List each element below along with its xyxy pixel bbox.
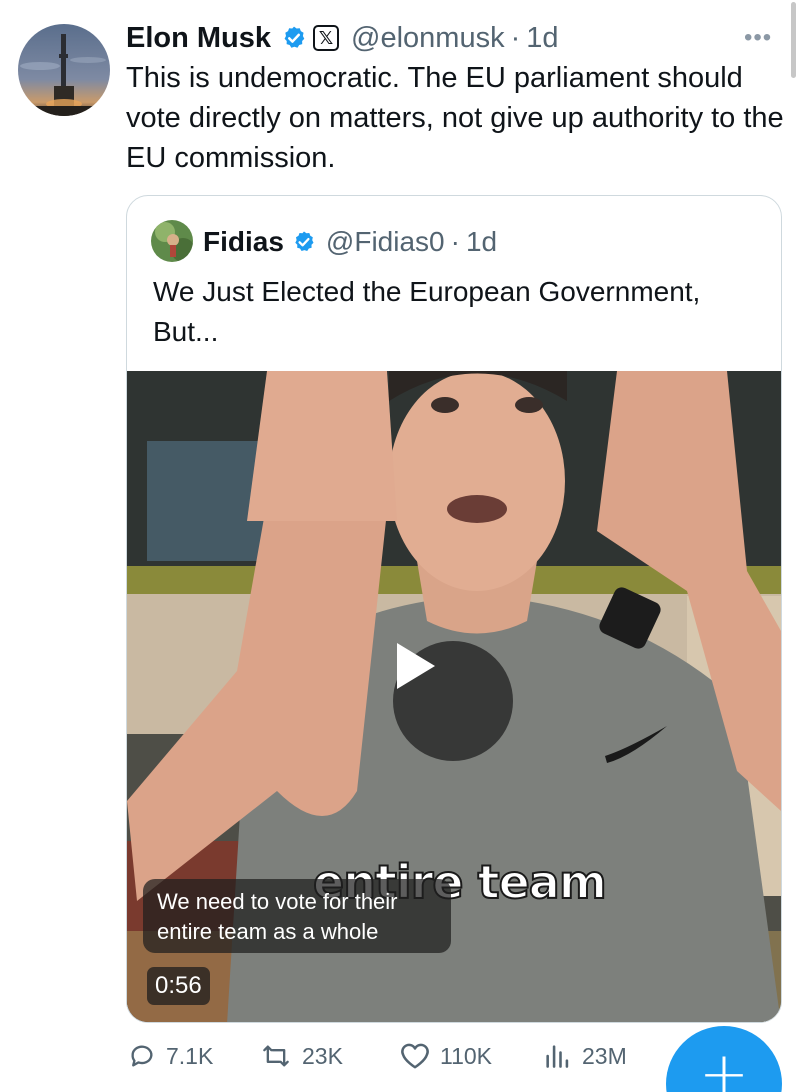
author-handle[interactable]: @elonmusk: [351, 22, 505, 55]
like-button[interactable]: 110K: [400, 1042, 542, 1070]
repost-count: 23K: [302, 1042, 343, 1069]
like-count: 110K: [440, 1042, 493, 1069]
like-icon: [401, 1043, 429, 1069]
quote-header: Fidias @Fidias0 · 1d: [203, 222, 497, 262]
views-count: 23M: [582, 1042, 627, 1069]
quote-text: We Just Elected the European Government,…: [153, 276, 701, 347]
quote-avatar-image: [151, 220, 193, 262]
tweet[interactable]: Elon Musk 𝕏 @elonmusk · 1d ••• This is u…: [0, 0, 800, 1092]
separator-dot: ·: [450, 226, 460, 257]
reply-button[interactable]: 7.1K: [128, 1042, 260, 1070]
views-icon: [546, 1045, 569, 1068]
quote-author-avatar[interactable]: [151, 220, 193, 262]
video-duration: 0:56: [147, 967, 210, 1005]
compose-button[interactable]: +: [666, 1026, 782, 1092]
action-bar: 7.1K 23K 110K 23M: [128, 1036, 627, 1076]
reply-icon: [131, 1045, 153, 1067]
reply-count: 7.1K: [166, 1042, 214, 1069]
quote-author-name[interactable]: Fidias: [203, 226, 284, 258]
tweet-text: This is undemocratic. The EU parliament …: [126, 62, 784, 174]
tweet-header: Elon Musk 𝕏 @elonmusk · 1d: [126, 18, 559, 58]
separator-dot: ·: [510, 21, 521, 54]
quoted-tweet[interactable]: Fidias @Fidias0 · 1d We Just Elected the…: [126, 195, 782, 1023]
quote-time[interactable]: 1d: [466, 226, 497, 258]
video-player[interactable]: entire team We need to vote for their en…: [127, 371, 781, 1022]
compose-icon: +: [698, 1039, 750, 1092]
author-avatar[interactable]: [18, 24, 110, 116]
more-icon[interactable]: •••: [744, 26, 772, 50]
play-icon: [397, 643, 435, 689]
quote-author-handle[interactable]: @Fidias0: [326, 226, 445, 258]
video-caption: We need to vote for their entire team as…: [143, 879, 451, 953]
tweet-time[interactable]: 1d: [526, 22, 558, 55]
views-button[interactable]: 23M: [542, 1042, 627, 1070]
author-name[interactable]: Elon Musk: [126, 22, 271, 55]
repost-button[interactable]: 23K: [260, 1042, 400, 1070]
avatar-image: [18, 24, 110, 116]
x-affiliate-icon: 𝕏: [313, 25, 340, 51]
verified-icon: [295, 231, 314, 251]
repost-icon: [263, 1045, 289, 1067]
verified-icon: [284, 26, 305, 48]
play-button[interactable]: [393, 641, 513, 761]
scrollbar[interactable]: [791, 2, 796, 78]
